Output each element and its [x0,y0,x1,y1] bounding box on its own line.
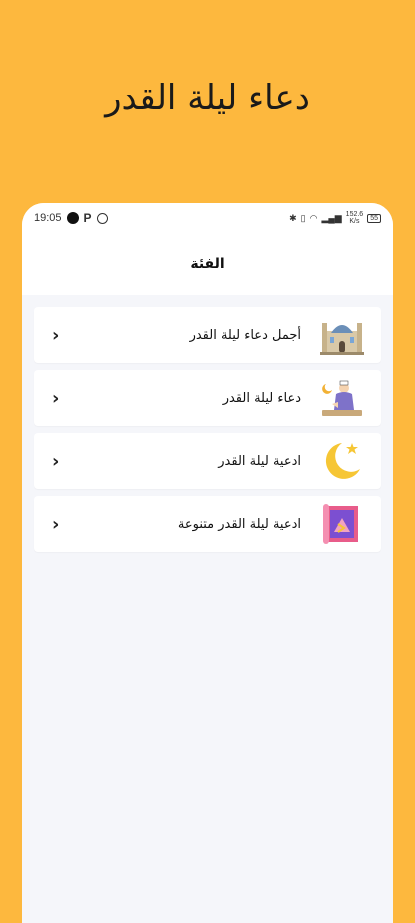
notification-dot-icon [66,212,79,224]
network-speed: 152.6 K/s [346,211,364,225]
status-bar: 19:05 P ✱ ▯ ◠ ▂▄▆ 152.6 K/s 55 [22,203,393,233]
status-time: 19:05 [34,212,62,224]
mosque-icon [319,312,365,358]
phone-screen: 19:05 P ✱ ▯ ◠ ▂▄▆ 152.6 K/s 55 الفئة › أ… [22,203,393,923]
prayer-rug-icon [319,501,365,547]
page-title: الفئة [190,256,225,272]
signal-icon: ▂▄▆ [321,212,342,223]
category-label: ادعية ليلة القدر متنوعة [177,516,301,532]
category-label: أجمل دعاء ليلة القدر [189,327,301,343]
category-item-content: دعاء ليلة القدر [223,375,365,421]
category-item-content: ادعية ليلة القدر متنوعة [178,501,365,547]
p-badge-icon: P [83,211,92,225]
promo-title: دعاء ليلة القدر [105,78,310,118]
category-item-3[interactable]: › ادعية ليلة القدر [34,433,381,489]
praying-man-icon [319,375,365,421]
crescent-moon-icon [319,438,365,484]
wifi-icon: ◠ [309,212,318,223]
status-right: ✱ ▯ ◠ ▂▄▆ 152.6 K/s 55 [289,211,381,225]
category-item-content: ادعية ليلة القدر [218,438,365,484]
category-label: ادعية ليلة القدر [218,453,301,469]
bluetooth-icon: ✱ [289,212,297,223]
vibrate-icon: ▯ [300,212,306,223]
battery-icon: 55 [367,213,381,223]
status-left: 19:05 P [34,211,108,225]
chevron-right-icon: › [52,450,60,472]
chevron-right-icon: › [52,387,60,409]
category-label: دعاء ليلة القدر [222,390,301,406]
category-list: › أجمل دعاء ليلة القدر › دعاء ليلة القدر… [22,295,393,552]
category-item-content: أجمل دعاء ليلة القدر [190,312,365,358]
network-speed-value: 152.6 [345,211,364,218]
chevron-right-icon: › [52,513,60,535]
app-bar: الفئة [22,233,393,295]
messenger-icon [96,212,108,224]
category-item-1[interactable]: › أجمل دعاء ليلة القدر [34,307,381,363]
chevron-right-icon: › [52,324,60,346]
network-speed-unit: K/s [349,218,360,225]
category-item-2[interactable]: › دعاء ليلة القدر [34,370,381,426]
category-item-4[interactable]: › ادعية ليلة القدر متنوعة [34,496,381,552]
